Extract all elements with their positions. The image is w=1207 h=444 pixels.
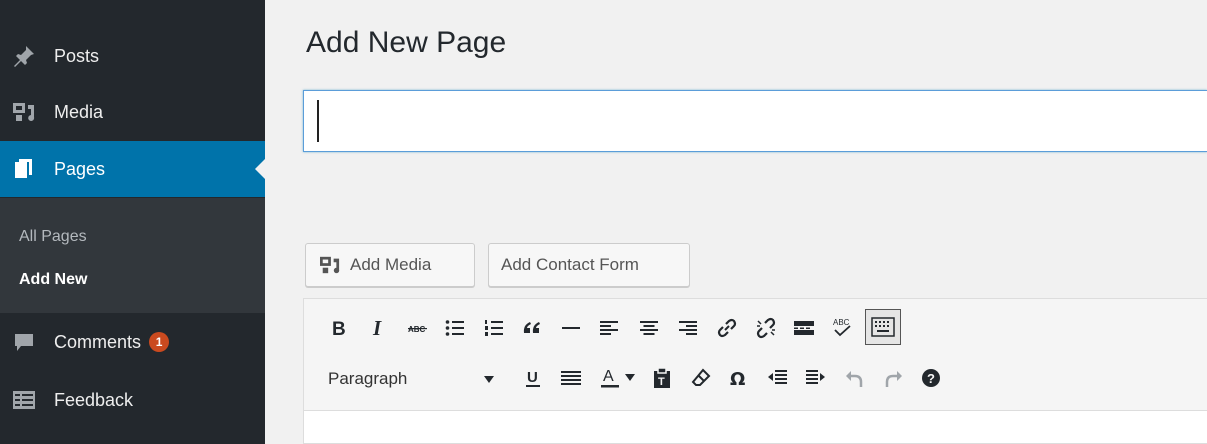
pages-submenu: All Pages Add New xyxy=(0,198,265,313)
clear-formatting-icon[interactable] xyxy=(686,363,716,393)
svg-text:?: ? xyxy=(927,371,935,386)
sidebar-item-label: Pages xyxy=(54,158,106,179)
outdent-icon[interactable] xyxy=(762,363,792,393)
horizontal-line-icon[interactable] xyxy=(556,313,586,343)
sidebar-item-label: Media xyxy=(54,101,104,122)
paste-as-text-icon[interactable]: T xyxy=(647,363,677,393)
svg-text:I: I xyxy=(372,319,382,337)
undo-icon[interactable] xyxy=(840,363,870,393)
spellcheck-icon[interactable]: ABC xyxy=(827,313,857,343)
blockquote-icon[interactable] xyxy=(517,313,547,343)
toolbar-row-2: Paragraph U A T Ω ? xyxy=(304,361,1207,401)
media-icon xyxy=(12,100,36,124)
numbered-list-icon[interactable] xyxy=(479,313,509,343)
sidebar-item-feedback[interactable]: Feedback xyxy=(0,372,265,428)
svg-text:B: B xyxy=(332,319,346,337)
add-contact-form-label: Add Contact Form xyxy=(501,255,639,274)
align-left-icon[interactable] xyxy=(594,313,624,343)
svg-text:U: U xyxy=(527,369,538,386)
remove-link-icon[interactable] xyxy=(751,313,781,343)
submenu-all-pages[interactable]: All Pages xyxy=(19,228,87,246)
sidebar-item-posts[interactable]: Posts xyxy=(0,28,265,84)
bold-button[interactable]: B xyxy=(324,313,354,343)
media-icon xyxy=(318,255,342,275)
format-select-value: Paragraph xyxy=(328,369,408,388)
toolbar-row-1: B I ABC ABC xyxy=(304,307,1207,347)
admin-sidebar: Posts Media Pages All Pages Add New Comm… xyxy=(0,0,265,444)
insert-link-icon[interactable] xyxy=(712,313,742,343)
svg-text:ABC: ABC xyxy=(833,318,850,327)
feedback-icon xyxy=(12,388,36,412)
add-contact-form-button[interactable]: Add Contact Form xyxy=(488,243,690,287)
paragraph-format-select[interactable]: Paragraph xyxy=(320,363,502,395)
underline-icon[interactable]: U xyxy=(518,363,548,393)
special-character-icon[interactable]: Ω xyxy=(724,363,754,393)
pages-icon xyxy=(12,157,36,181)
align-right-icon[interactable] xyxy=(673,313,703,343)
dropdown-arrow-icon xyxy=(484,369,494,389)
strikethrough-icon[interactable]: ABC xyxy=(403,313,433,343)
sidebar-item-label: Feedback xyxy=(54,389,134,410)
italic-button[interactable]: I xyxy=(364,313,394,343)
comments-count-badge: 1 xyxy=(149,332,170,352)
indent-icon[interactable] xyxy=(801,363,831,393)
sidebar-item-comments[interactable]: Comments 1 xyxy=(0,314,265,370)
justify-icon[interactable] xyxy=(556,363,586,393)
comment-icon xyxy=(12,330,36,354)
svg-text:Ω: Ω xyxy=(730,369,745,387)
sidebar-item-label: Comments xyxy=(54,331,142,352)
sidebar-item-media[interactable]: Media xyxy=(0,84,265,140)
bulleted-list-icon[interactable] xyxy=(440,313,470,343)
svg-text:ABC: ABC xyxy=(408,325,426,334)
page-title-input[interactable] xyxy=(303,90,1207,152)
redo-icon[interactable] xyxy=(878,363,908,393)
editor-toolbar: B I ABC ABC Paragraph U A T Ω ? xyxy=(304,299,1207,411)
submenu-add-new[interactable]: Add New xyxy=(19,271,87,289)
help-icon[interactable]: ? xyxy=(916,363,946,393)
pin-icon xyxy=(12,44,36,68)
sidebar-item-pages[interactable]: Pages xyxy=(0,141,265,197)
sidebar-item-label: Posts xyxy=(54,45,100,66)
content-editor: B I ABC ABC Paragraph U A T Ω ? xyxy=(303,298,1207,444)
page-title: Add New Page xyxy=(306,26,507,59)
read-more-icon[interactable] xyxy=(789,313,819,343)
text-cursor xyxy=(317,100,319,142)
add-media-label: Add Media xyxy=(350,255,432,274)
align-center-icon[interactable] xyxy=(634,313,664,343)
svg-text:T: T xyxy=(658,376,665,388)
svg-text:A: A xyxy=(603,368,614,385)
text-color-dropdown-icon[interactable] xyxy=(622,363,638,393)
add-media-button[interactable]: Add Media xyxy=(305,243,475,287)
toolbar-toggle-icon[interactable] xyxy=(865,309,901,345)
text-color-icon[interactable]: A xyxy=(595,363,625,393)
